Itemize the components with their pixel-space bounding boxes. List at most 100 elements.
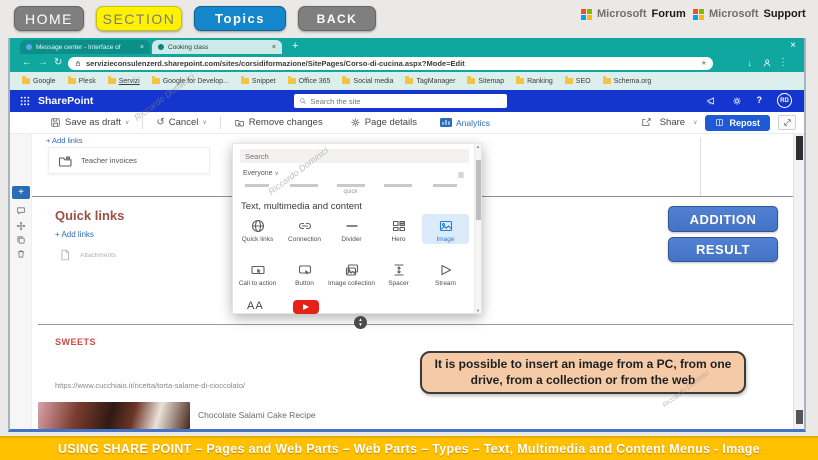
youtube-icon[interactable] bbox=[293, 300, 319, 314]
webpart-row: Call to action Button Image collection S… bbox=[234, 258, 469, 288]
bookmark-item[interactable]: Snippet bbox=[241, 78, 276, 85]
trash-icon[interactable] bbox=[16, 249, 26, 259]
share-icon[interactable] bbox=[641, 117, 652, 128]
bookmark-item[interactable]: Sitemap bbox=[467, 78, 504, 85]
site-search-box[interactable] bbox=[294, 94, 507, 108]
bookmark-item[interactable]: Plesk bbox=[68, 78, 96, 85]
bookmark-item[interactable]: Social media bbox=[342, 78, 393, 85]
topics-button[interactable]: Topics bbox=[194, 6, 286, 31]
back-button[interactable]: BACK bbox=[298, 6, 376, 31]
tab-title: Cooking class bbox=[168, 44, 208, 51]
webpart-tile-button[interactable]: Button bbox=[281, 258, 328, 288]
webpart-tile-image-collection[interactable]: Image collection bbox=[328, 258, 375, 288]
close-tab-icon[interactable]: × bbox=[272, 44, 276, 51]
scrollbar-thumb[interactable] bbox=[796, 136, 803, 160]
move-icon[interactable] bbox=[16, 221, 26, 231]
webpart-tile-call-to-action[interactable]: Call to action bbox=[234, 258, 281, 288]
new-tab-button[interactable]: + bbox=[292, 40, 298, 52]
back-icon[interactable]: ← bbox=[22, 57, 32, 68]
webpart-search-input[interactable] bbox=[245, 152, 464, 161]
scrollbar-thumb[interactable] bbox=[476, 160, 481, 220]
webpart-tile-stream[interactable]: Stream bbox=[422, 258, 469, 288]
folder-icon bbox=[22, 78, 30, 84]
bookmark-item[interactable]: Schema.org bbox=[603, 78, 652, 85]
addition-button[interactable]: ADDITION bbox=[668, 206, 778, 232]
panel-collapse-button[interactable]: ▲ ▼ bbox=[354, 316, 367, 329]
tab-cooking-class[interactable]: Cooking class × bbox=[152, 40, 282, 54]
close-window-icon[interactable]: × bbox=[790, 40, 796, 51]
divider-icon bbox=[344, 218, 360, 234]
microsoft-forum-logo: Microsoft Forum bbox=[581, 8, 686, 20]
forum-label: Forum bbox=[652, 8, 686, 20]
page-canvas: + + Add links Teacher invoices Quick lin… bbox=[10, 134, 804, 429]
analytics-button[interactable]: Analytics bbox=[440, 118, 490, 128]
scroll-up-icon[interactable]: ▲ bbox=[476, 144, 480, 149]
feedback-icon[interactable] bbox=[706, 96, 716, 106]
add-links[interactable]: + Add links bbox=[55, 230, 94, 239]
attachments-item[interactable]: Attachments bbox=[58, 248, 116, 262]
tab-favicon bbox=[158, 44, 164, 50]
image-collection-icon bbox=[344, 262, 360, 278]
tab-message-center[interactable]: Message center - Interface of × bbox=[20, 40, 150, 54]
webpart-tile-image[interactable]: Image bbox=[422, 214, 469, 244]
url-text: servizieconsulenzerd.sharepoint.com/site… bbox=[86, 59, 465, 68]
webpart-tile-connection[interactable]: Connection bbox=[281, 214, 328, 244]
list-view-icon[interactable] bbox=[457, 171, 465, 179]
refresh-icon[interactable]: ↻ bbox=[54, 57, 62, 68]
recipe-title[interactable]: Chocolate Salami Cake Recipe bbox=[198, 410, 316, 420]
bookmark-item[interactable]: Google bbox=[22, 78, 56, 85]
forward-icon[interactable]: → bbox=[38, 57, 48, 68]
search-input[interactable] bbox=[311, 97, 502, 106]
add-links-top[interactable]: + Add links bbox=[46, 136, 82, 145]
resize-button[interactable] bbox=[778, 115, 796, 130]
bookmark-star-icon[interactable]: ★ bbox=[701, 59, 707, 67]
webpart-search-box[interactable] bbox=[240, 149, 469, 163]
truncated-tiles: quick bbox=[233, 184, 473, 195]
folder-icon bbox=[108, 78, 116, 84]
menu-dots-icon[interactable]: ⋮ bbox=[778, 57, 788, 68]
webpart-tile-spacer[interactable]: Spacer bbox=[375, 258, 422, 288]
document-icon bbox=[58, 248, 72, 262]
webpart-tile-hero[interactable]: Hero bbox=[375, 214, 422, 244]
copy-icon[interactable] bbox=[16, 235, 26, 245]
bookmark-item[interactable]: Office 365 bbox=[288, 78, 331, 85]
panel-scrollbar[interactable]: ▲ ▼ bbox=[474, 144, 481, 313]
page-details-button[interactable]: Page details bbox=[350, 117, 417, 128]
avatar[interactable]: RD bbox=[777, 93, 792, 108]
home-button[interactable]: HOME bbox=[14, 6, 84, 31]
app-name[interactable]: SharePoint bbox=[38, 95, 93, 107]
bookmark-item[interactable]: Google for Develop... bbox=[152, 78, 229, 85]
download-icon[interactable]: ↓ bbox=[748, 58, 753, 68]
cancel-button[interactable]: ↺ Cancel∨ bbox=[156, 117, 206, 128]
filter-dropdown[interactable]: Everyone ∨ bbox=[243, 170, 279, 177]
command-bar-right: Share ∨ Repost bbox=[641, 115, 796, 131]
webpart-tile-quick-links[interactable]: Quick links bbox=[234, 214, 281, 244]
microsoft-logo-icon bbox=[581, 9, 592, 20]
repost-button[interactable]: Repost bbox=[705, 115, 770, 131]
close-tab-icon[interactable]: × bbox=[140, 44, 144, 51]
waffle-icon[interactable] bbox=[20, 96, 30, 106]
profile-icon[interactable] bbox=[762, 58, 772, 68]
add-webpart-button[interactable]: + bbox=[12, 186, 30, 199]
content-scrollbar[interactable] bbox=[793, 134, 804, 429]
teacher-invoices-item[interactable]: Teacher invoices bbox=[48, 147, 210, 174]
url-field[interactable]: servizieconsulenzerd.sharepoint.com/site… bbox=[68, 57, 713, 70]
bookmark-item[interactable]: Servizi bbox=[108, 78, 140, 85]
save-as-draft-button[interactable]: Save as draft∨ bbox=[50, 117, 129, 128]
remove-changes-button[interactable]: Remove changes bbox=[234, 117, 323, 128]
footer-banner: USING SHARE POINT – Pages and Web Parts … bbox=[0, 436, 818, 460]
section-button[interactable]: SECTION bbox=[96, 6, 182, 31]
result-button[interactable]: RESULT bbox=[668, 237, 778, 262]
recipe-thumbnail[interactable] bbox=[38, 402, 190, 429]
webpart-tile-divider[interactable]: Divider bbox=[328, 214, 375, 244]
bookmark-item[interactable]: SEO bbox=[565, 78, 591, 85]
settings-gear-icon[interactable] bbox=[732, 96, 742, 106]
chevron-down-icon[interactable]: ∨ bbox=[693, 119, 697, 126]
fonts-icon[interactable]: AA bbox=[247, 300, 264, 312]
help-icon[interactable]: ? bbox=[757, 95, 763, 105]
bookmark-item[interactable]: TagManager bbox=[405, 78, 455, 85]
comment-icon[interactable] bbox=[16, 206, 26, 216]
scroll-down-icon[interactable]: ▼ bbox=[476, 308, 480, 313]
bookmark-item[interactable]: Ranking bbox=[516, 78, 553, 85]
share-button[interactable]: Share bbox=[660, 117, 685, 128]
